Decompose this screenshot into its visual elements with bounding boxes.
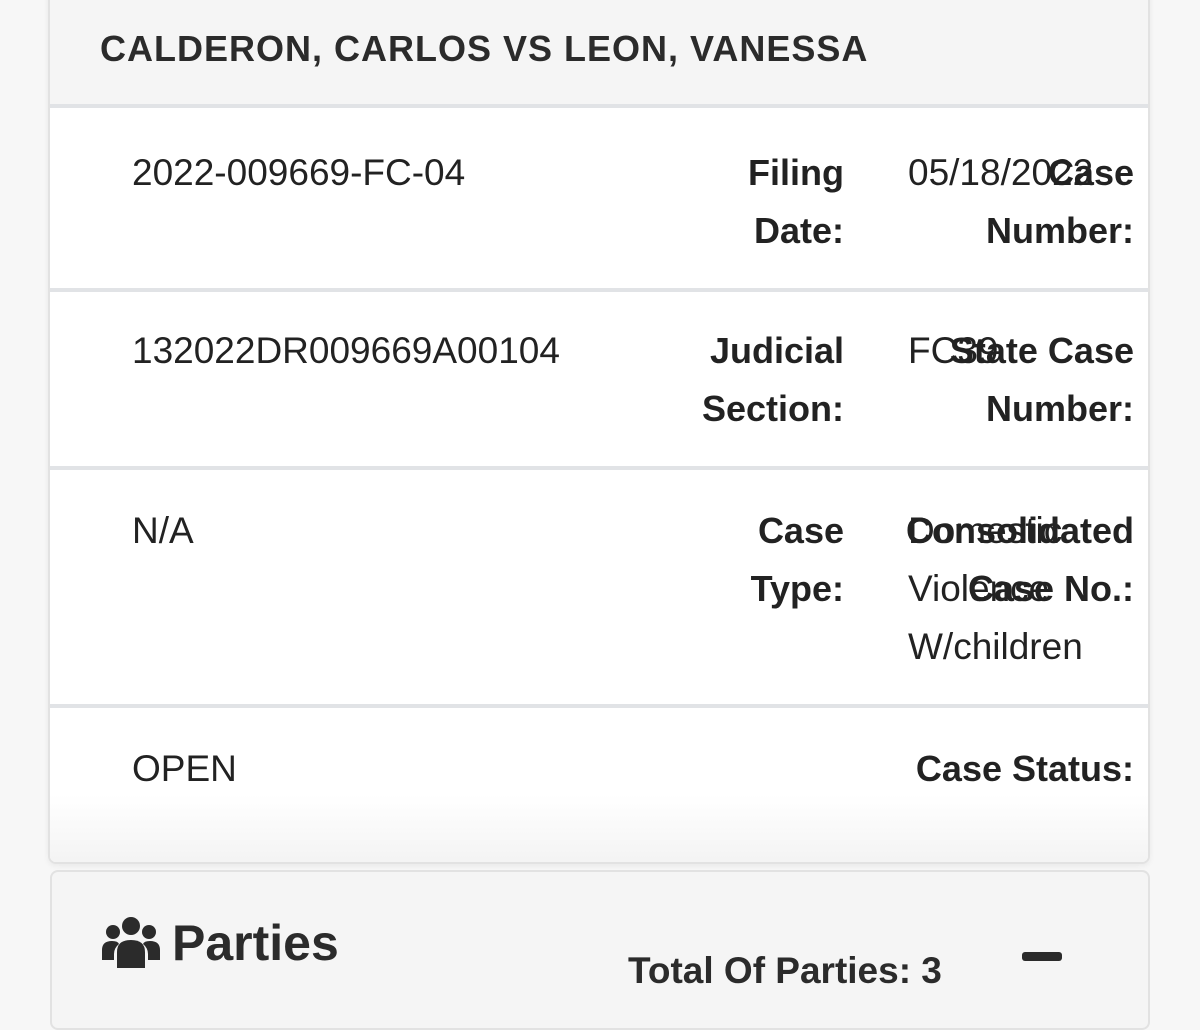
details-row: State Case Number: 132022DR009669A00104 … — [50, 292, 1148, 470]
users-icon — [102, 916, 160, 970]
minus-icon — [1022, 952, 1062, 961]
parties-title: Parties — [172, 915, 339, 971]
judicial-section-value: FC39 — [908, 330, 999, 371]
case-status-value: OPEN — [132, 748, 237, 789]
judicial-section-label: Judicial Section: — [701, 330, 844, 429]
case-details-card: CALDERON, CARLOS VS LEON, VANESSA Case N… — [48, 0, 1150, 864]
collapse-button[interactable] — [1018, 944, 1064, 970]
case-number-value: 2022-009669-FC-04 — [132, 152, 466, 193]
details-row: Consolidated Case No.: N/A Case Type: Do… — [50, 470, 1148, 708]
details-row: Case Number: 2022-009669-FC-04 Filing Da… — [50, 112, 1148, 292]
details-row: Case Status: OPEN — [50, 708, 1148, 862]
filing-date-value: 05/18/2022 — [908, 152, 1094, 193]
case-type-value: Domestic Violence W/children — [908, 510, 1083, 667]
case-title: CALDERON, CARLOS VS LEON, VANESSA — [100, 28, 869, 69]
total-parties-count: Total Of Parties: 3 — [628, 950, 942, 991]
case-type-label: Case Type: — [750, 510, 844, 609]
state-case-number-value: 132022DR009669A00104 — [132, 330, 560, 371]
parties-panel: Parties Total Of Parties: 3 — [50, 870, 1150, 1030]
case-header: CALDERON, CARLOS VS LEON, VANESSA — [50, 0, 1148, 108]
consolidated-case-value: N/A — [132, 510, 194, 551]
filing-date-label: Filing Date: — [748, 152, 844, 251]
